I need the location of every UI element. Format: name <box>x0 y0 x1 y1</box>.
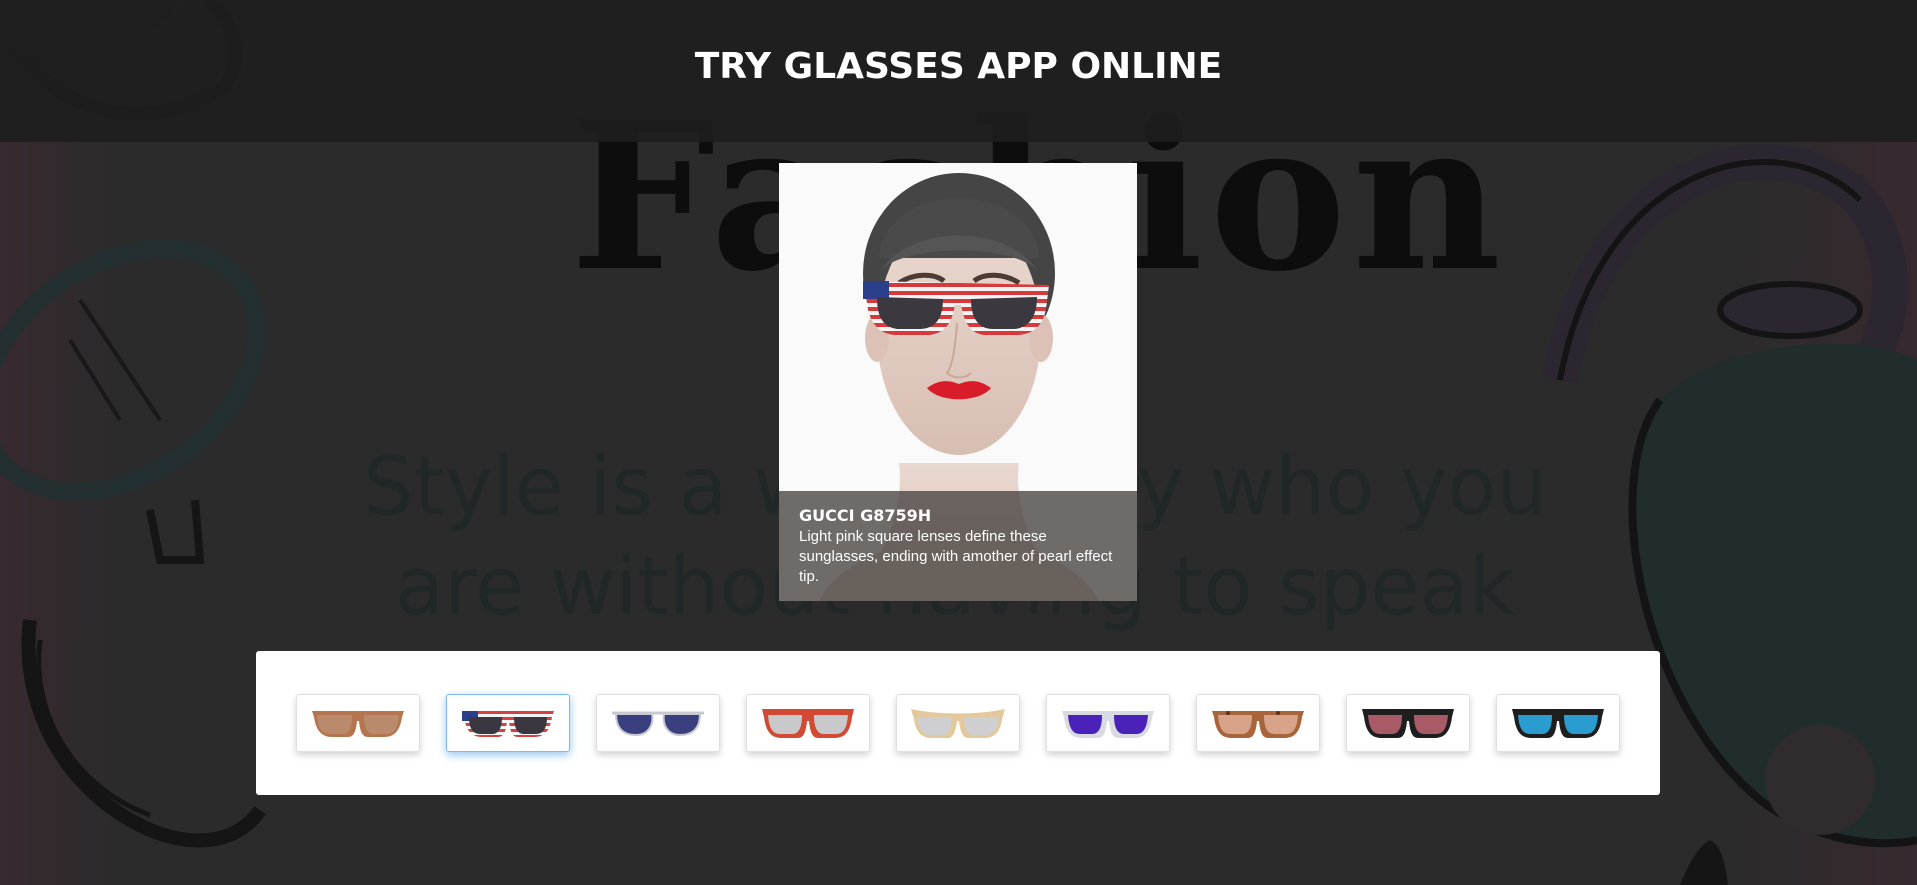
glasses-option-5[interactable] <box>896 694 1020 752</box>
product-caption: GUCCI G8759H Light pink square lenses de… <box>779 491 1137 601</box>
black-blue-mirror-sunglasses-icon <box>1512 709 1604 738</box>
page-title: TRY GLASSES APP ONLINE <box>694 45 1223 87</box>
navy-aviator-sunglasses-icon <box>612 711 704 737</box>
glasses-option-1[interactable] <box>296 694 420 752</box>
brown-wayfarer-sunglasses-icon <box>312 711 404 737</box>
gold-cat-eye-sunglasses-icon <box>911 709 1005 738</box>
american-flag-sunglasses-icon <box>462 711 554 737</box>
glasses-option-8[interactable] <box>1346 694 1470 752</box>
product-name: GUCCI G8759H <box>799 506 932 525</box>
glasses-carousel <box>256 651 1660 795</box>
glasses-option-6[interactable] <box>1046 694 1170 752</box>
page-header: TRY GLASSES APP ONLINE <box>0 0 1917 142</box>
try-on-preview: GUCCI G8759H Light pink square lenses de… <box>779 163 1137 601</box>
red-wayfarer-sunglasses-icon <box>762 709 854 738</box>
glasses-option-3[interactable] <box>596 694 720 752</box>
glasses-option-2[interactable] <box>446 694 570 752</box>
black-red-mirror-sunglasses-icon <box>1362 709 1454 738</box>
glasses-option-7[interactable] <box>1196 694 1320 752</box>
glasses-option-9[interactable] <box>1496 694 1620 752</box>
tortoise-shell-sunglasses-icon <box>1212 711 1304 738</box>
purple-clear-frame-sunglasses-icon <box>1062 711 1154 738</box>
glasses-option-4[interactable] <box>746 694 870 752</box>
product-description: Light pink square lenses define these su… <box>799 528 1113 585</box>
